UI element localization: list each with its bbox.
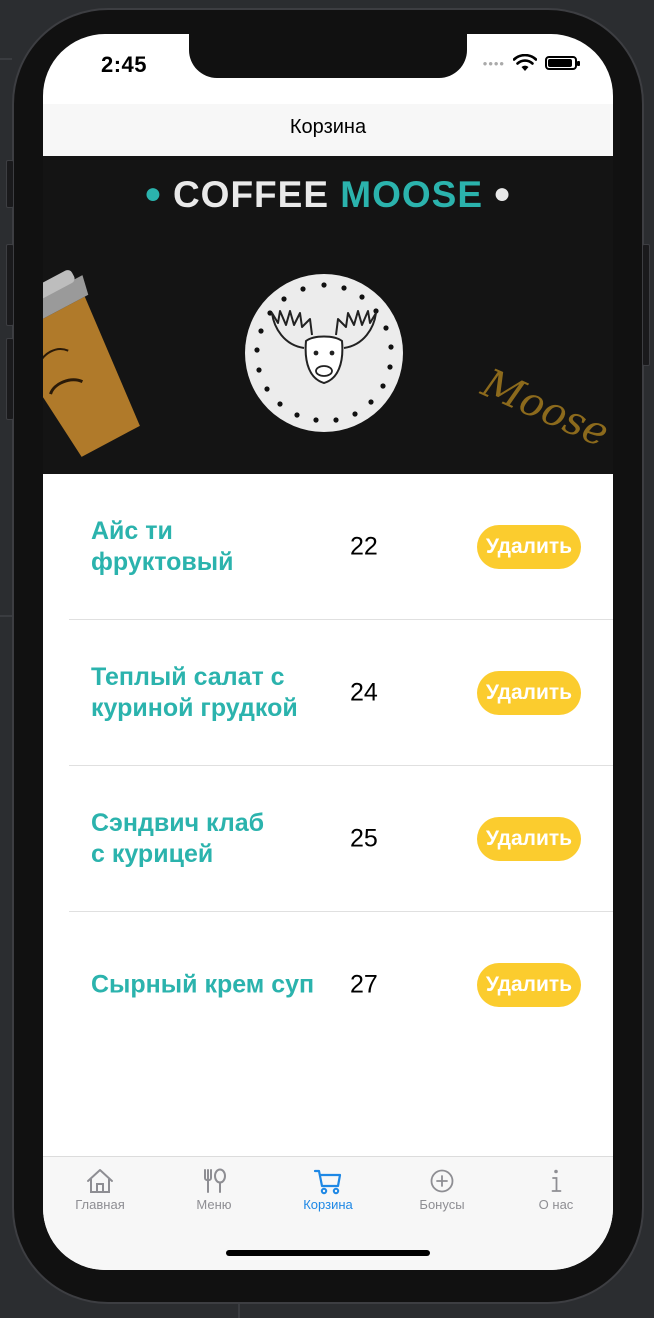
status-time: 2:45 — [101, 52, 148, 77]
coffee-moose-banner: ● COFFEE MOOSE ● Moose — [43, 156, 613, 474]
power-button — [642, 244, 650, 366]
cart-item-name: Сэндвич клаб с курицей — [91, 809, 265, 868]
banner-illustration: Moose — [43, 270, 613, 457]
cart-item-quantity: 25 — [350, 824, 378, 853]
navigation-bar: Корзина — [43, 104, 613, 156]
delete-button[interactable]: Удалить — [477, 671, 581, 715]
cart-icon — [313, 1169, 342, 1195]
coffee-cup-image — [43, 270, 140, 457]
notch — [189, 34, 467, 78]
tab-label: Главная — [75, 1197, 125, 1212]
cart-item-row: Сэндвич клаб с курицей 25 Удалить — [43, 766, 613, 912]
moose-script-logo: Moose — [474, 360, 613, 457]
plus-circle-icon — [430, 1169, 454, 1193]
delete-button[interactable]: Удалить — [477, 963, 581, 1007]
cart-list: Айс ти фруктовый 22 Удалить Теплый салат … — [43, 474, 613, 1058]
moose-logo — [245, 274, 403, 432]
tab-label: О нас — [538, 1197, 574, 1212]
cart-item-quantity: 24 — [350, 678, 378, 707]
tab-menu[interactable]: Меню — [157, 1167, 271, 1212]
status-indicators: •••• — [482, 54, 580, 72]
wifi-icon — [513, 54, 537, 71]
cart-item-quantity: 22 — [350, 532, 378, 561]
tab-label: Бонусы — [419, 1197, 465, 1212]
volume-down-button — [6, 338, 14, 420]
signal-icon: •••• — [482, 55, 505, 71]
tab-about[interactable]: О нас — [499, 1167, 613, 1212]
cart-item-name: Айс ти фруктовый — [91, 517, 234, 576]
cart-item-row: Сырный крем суп 27 Удалить — [43, 912, 613, 1058]
tab-cart[interactable]: Корзина — [271, 1167, 385, 1212]
cart-item-name: Сырный крем суп — [91, 970, 315, 999]
app-screen: 2:45 •••• Корзина ● COFFEE MOOSE ● Moose… — [43, 34, 613, 1270]
cart-item-name: Теплый салат с куриной грудкой — [91, 663, 298, 722]
tab-bonuses[interactable]: Бонусы — [385, 1167, 499, 1212]
info-icon — [551, 1169, 562, 1192]
home-indicator[interactable] — [226, 1250, 430, 1256]
house-icon — [87, 1169, 113, 1193]
cart-item-row: Теплый салат с куриной грудкой 24 Удалить — [43, 620, 613, 766]
cart-item-quantity: 27 — [350, 970, 378, 999]
fork-knife-icon — [204, 1168, 226, 1193]
delete-button[interactable]: Удалить — [477, 525, 581, 569]
mute-switch — [6, 160, 14, 208]
tab-home[interactable]: Главная — [43, 1167, 157, 1212]
tab-label: Корзина — [303, 1197, 353, 1212]
cart-item-row: Айс ти фруктовый 22 Удалить — [43, 474, 613, 620]
tab-label: Меню — [196, 1197, 232, 1212]
battery-icon — [545, 56, 580, 70]
page-title: Корзина — [289, 116, 367, 138]
delete-button[interactable]: Удалить — [477, 817, 581, 861]
volume-up-button — [6, 244, 14, 326]
